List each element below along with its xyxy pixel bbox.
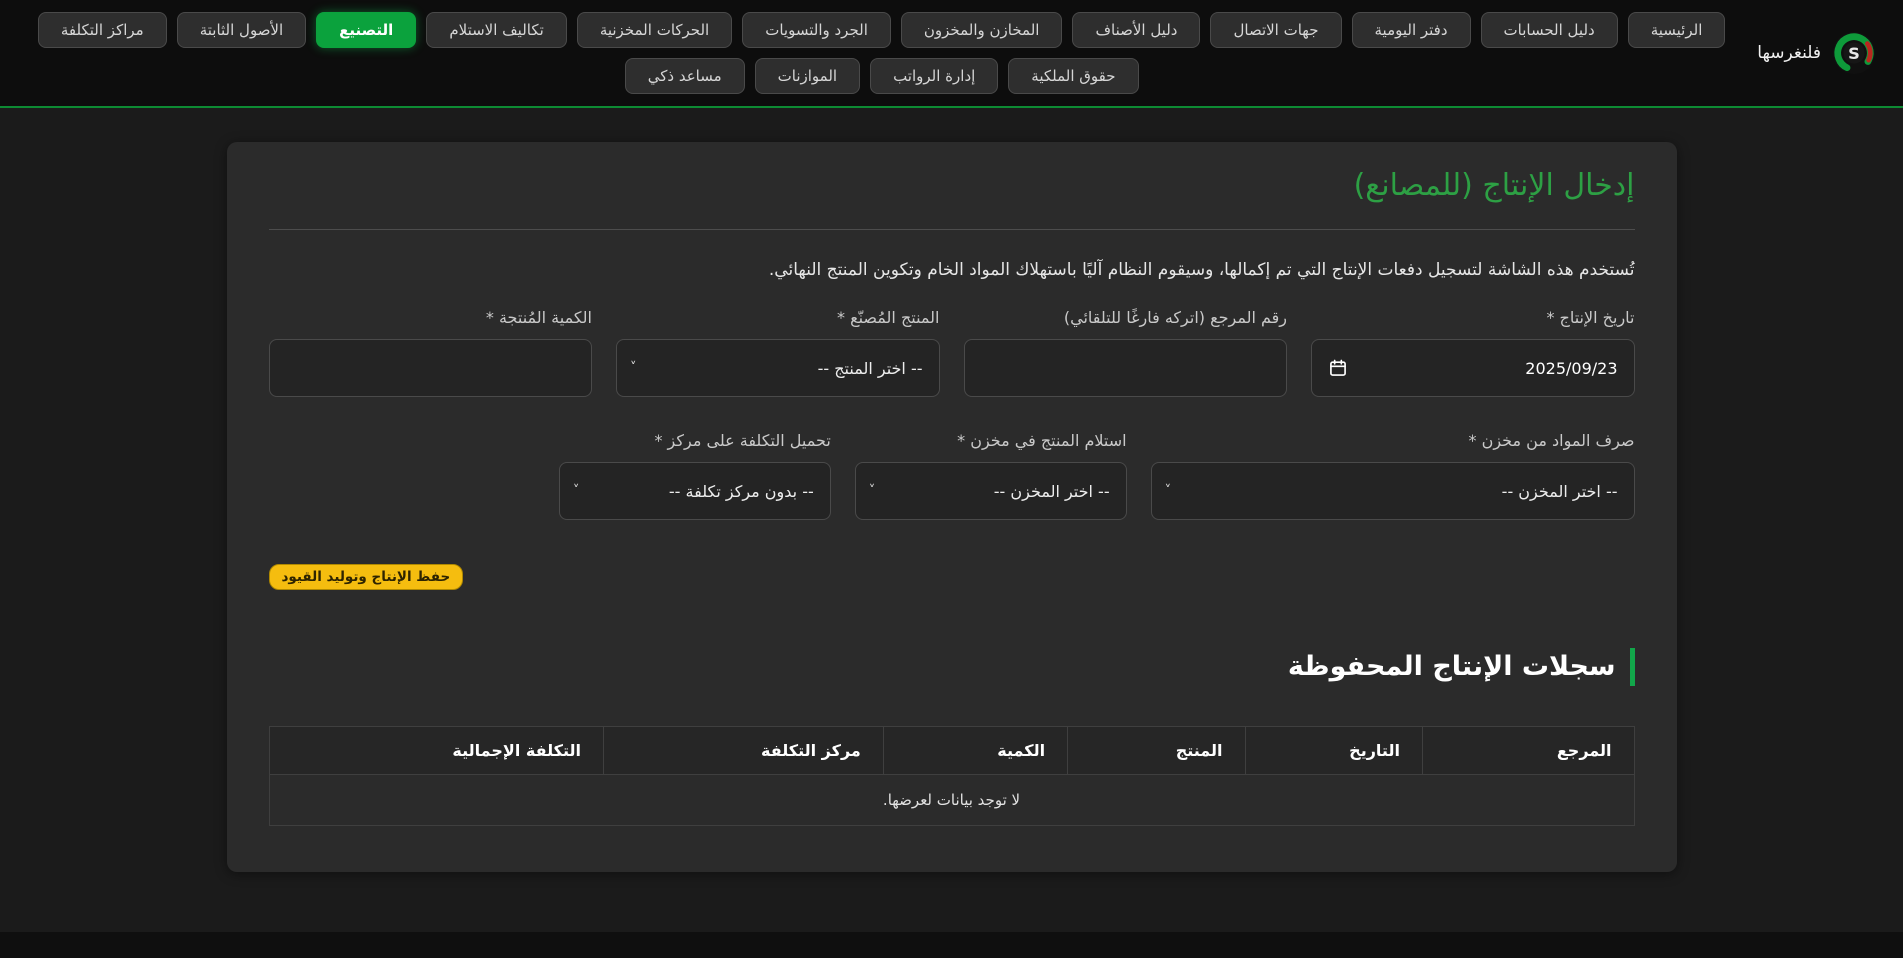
cost-center-label: تحميل التكلفة على مركز * — [559, 431, 831, 450]
svg-text:S: S — [1848, 44, 1860, 63]
nav-item-journal[interactable]: دفتر اليومية — [1352, 12, 1471, 48]
cost-center-field-group: تحميل التكلفة على مركز * -- بدون مركز تك… — [559, 431, 831, 520]
product-select[interactable]: -- اختر المنتج -- — [616, 339, 940, 397]
column-header-quantity: الكمية — [883, 726, 1067, 774]
issue-warehouse-label: صرف المواد من مخزن * — [1151, 431, 1635, 450]
nav-item-cost-centers[interactable]: مراكز التكلفة — [38, 12, 167, 48]
nav-item-items-guide[interactable]: دليل الأصناف — [1072, 12, 1200, 48]
reference-input[interactable] — [964, 339, 1288, 397]
footer-bar — [0, 932, 1903, 958]
production-date-field-group: تاريخ الإنتاج * 2025/09/23 — [1311, 308, 1635, 397]
cost-center-select[interactable]: -- بدون مركز تكلفة -- — [559, 462, 831, 520]
issue-warehouse-select[interactable]: -- اختر المخزن -- — [1151, 462, 1635, 520]
nav-item-fixed-assets[interactable]: الأصول الثابتة — [177, 12, 306, 48]
top-header: S فلنغرسها الرئيسية دليل الحسابات دفتر ا… — [0, 0, 1903, 108]
production-date-label: تاريخ الإنتاج * — [1311, 308, 1635, 327]
empty-grid-cell — [269, 431, 535, 520]
form-actions: حفظ الإنتاج وتوليد القيود — [269, 564, 1635, 590]
calendar-icon[interactable] — [1328, 358, 1348, 378]
nav-item-chart-of-accounts[interactable]: دليل الحسابات — [1481, 12, 1618, 48]
column-header-reference: المرجع — [1422, 726, 1634, 774]
table-header-row: المرجع التاريخ المنتج الكمية مركز التكلف… — [269, 726, 1634, 774]
form-row-2: صرف المواد من مخزن * -- اختر المخزن -- ˅… — [269, 431, 1635, 520]
quantity-input[interactable] — [269, 339, 593, 397]
reference-label: رقم المرجع (اتركه فارغًا للتلقائي) — [964, 308, 1288, 327]
quantity-label: الكمية المُنتجة * — [269, 308, 593, 327]
production-records-table: المرجع التاريخ المنتج الكمية مركز التكلف… — [269, 726, 1635, 826]
nav-item-stocktaking-adjustments[interactable]: الجرد والتسويات — [742, 12, 891, 48]
saved-records-title: سجلات الإنتاج المحفوظة — [269, 648, 1635, 686]
brand: S فلنغرسها — [1757, 30, 1877, 76]
table-empty-row: لا توجد بيانات لعرضها. — [269, 774, 1634, 825]
nav-item-payroll[interactable]: إدارة الرواتب — [870, 58, 998, 94]
quantity-field-group: الكمية المُنتجة * — [269, 308, 593, 397]
column-header-product: المنتج — [1068, 726, 1245, 774]
main-nav: الرئيسية دليل الحسابات دفتر اليومية جهات… — [26, 12, 1737, 94]
column-header-date: التاريخ — [1245, 726, 1422, 774]
nav-item-manufacturing[interactable]: التصنيع — [316, 12, 416, 48]
nav-item-ai-assistant[interactable]: مساعد ذكي — [625, 58, 745, 94]
page-title: إدخال الإنتاج (للمصانع) — [269, 168, 1635, 203]
brand-logo-icon: S — [1831, 30, 1877, 76]
nav-item-contacts[interactable]: جهات الاتصال — [1210, 12, 1341, 48]
nav-item-stock-movements[interactable]: الحركات المخزنية — [577, 12, 732, 48]
nav-item-home[interactable]: الرئيسية — [1628, 12, 1726, 48]
empty-state-message: لا توجد بيانات لعرضها. — [269, 774, 1634, 825]
production-date-value: 2025/09/23 — [1525, 359, 1617, 378]
column-header-cost-center: مركز التكلفة — [603, 726, 883, 774]
form-row-1: تاريخ الإنتاج * 2025/09/23 رقم المرجع (ا… — [269, 308, 1635, 397]
column-header-total-cost: التكلفة الإجمالية — [269, 726, 603, 774]
nav-item-equity[interactable]: حقوق الملكية — [1008, 58, 1138, 94]
screen-description: تُستخدم هذه الشاشة لتسجيل دفعات الإنتاج … — [269, 260, 1635, 280]
save-production-button[interactable]: حفظ الإنتاج وتوليد القيود — [269, 564, 464, 590]
receive-warehouse-select[interactable]: -- اختر المخزن -- — [855, 462, 1127, 520]
production-date-input[interactable]: 2025/09/23 — [1311, 339, 1635, 397]
nav-item-warehouses-inventory[interactable]: المخازن والمخزون — [901, 12, 1063, 48]
receive-warehouse-field-group: استلام المنتج في مخزن * -- اختر المخزن -… — [855, 431, 1127, 520]
reference-field-group: رقم المرجع (اتركه فارغًا للتلقائي) — [964, 308, 1288, 397]
product-label: المنتج المُصنّع * — [616, 308, 940, 327]
main-content: إدخال الإنتاج (للمصانع) تُستخدم هذه الشا… — [0, 108, 1903, 932]
nav-item-landed-costs[interactable]: تكاليف الاستلام — [426, 12, 566, 48]
brand-name: فلنغرسها — [1757, 43, 1821, 63]
nav-item-budgets[interactable]: الموازنات — [755, 58, 860, 94]
issue-warehouse-field-group: صرف المواد من مخزن * -- اختر المخزن -- ˅ — [1151, 431, 1635, 520]
receive-warehouse-label: استلام المنتج في مخزن * — [855, 431, 1127, 450]
production-entry-card: إدخال الإنتاج (للمصانع) تُستخدم هذه الشا… — [227, 142, 1677, 872]
title-divider — [269, 229, 1635, 230]
product-field-group: المنتج المُصنّع * -- اختر المنتج -- ˅ — [616, 308, 940, 397]
